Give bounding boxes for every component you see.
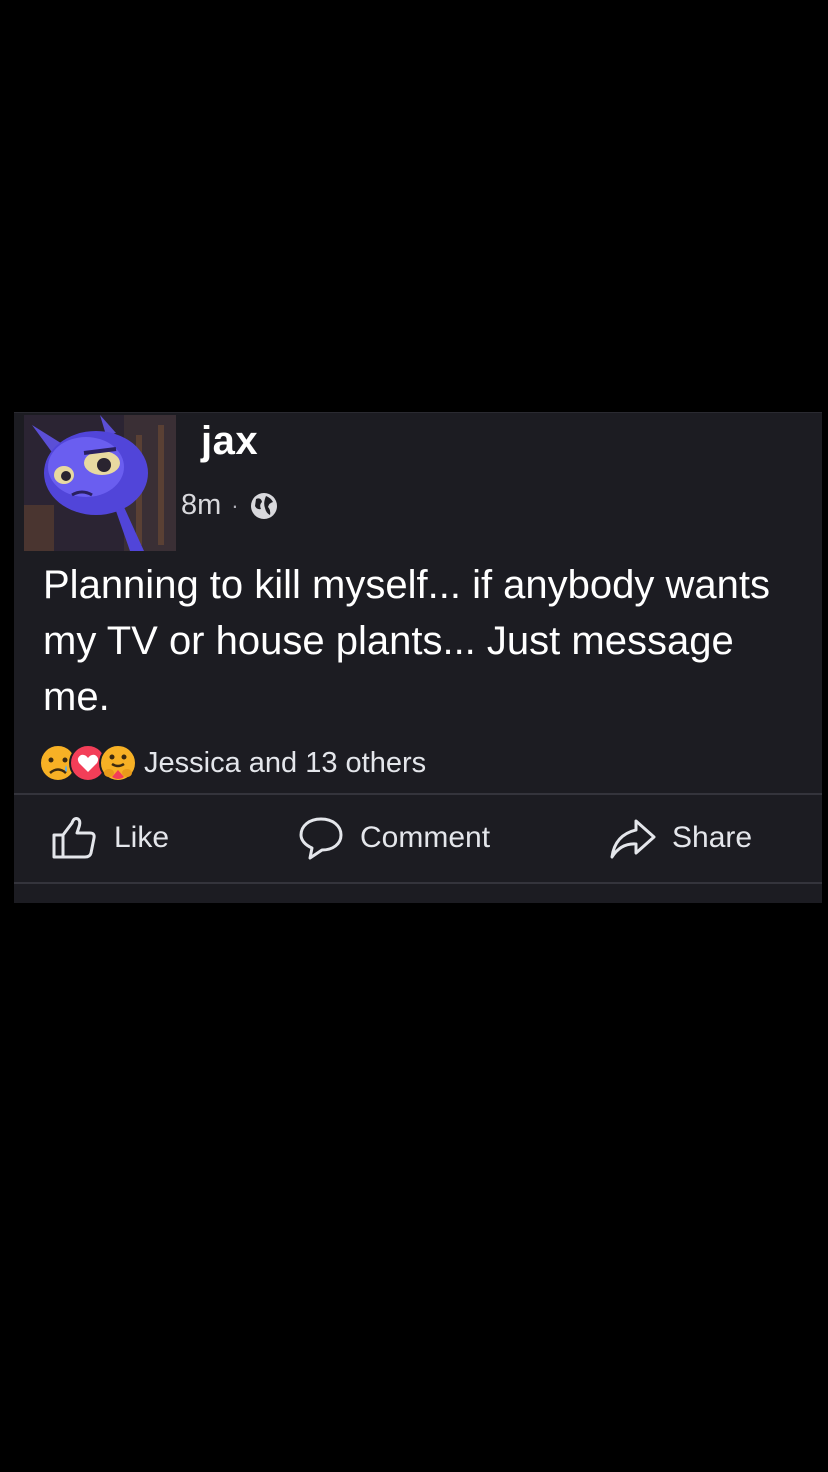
care-hug-icon [99, 744, 137, 782]
like-label: Like [114, 821, 170, 854]
reactions-text[interactable]: Jessica and 13 others [144, 747, 426, 780]
share-button[interactable]: Share [608, 813, 752, 863]
post-time[interactable]: 8m [181, 489, 221, 522]
post-text: Planning to kill myself... if anybody wa… [43, 563, 771, 719]
reaction-icons [38, 743, 138, 783]
author-name[interactable]: jax [201, 419, 258, 464]
post-meta: 8m · [181, 489, 279, 522]
post-actions: Like Comment Share [14, 795, 822, 881]
comment-label: Comment [360, 821, 491, 854]
comment-icon [299, 817, 343, 860]
reactions-summary[interactable]: Jessica and 13 others [38, 743, 426, 783]
avatar[interactable] [24, 415, 176, 551]
avatar-image [24, 415, 176, 551]
divider [14, 882, 822, 884]
like-icon [52, 817, 96, 859]
share-icon [610, 819, 656, 859]
post-card: jax 8m · Planning to kill myself... if a… [14, 412, 822, 903]
globe-icon[interactable] [249, 491, 279, 521]
share-label: Share [672, 821, 753, 854]
comment-button[interactable]: Comment [296, 813, 490, 863]
like-button[interactable]: Like [50, 813, 169, 863]
meta-separator: · [231, 492, 239, 518]
